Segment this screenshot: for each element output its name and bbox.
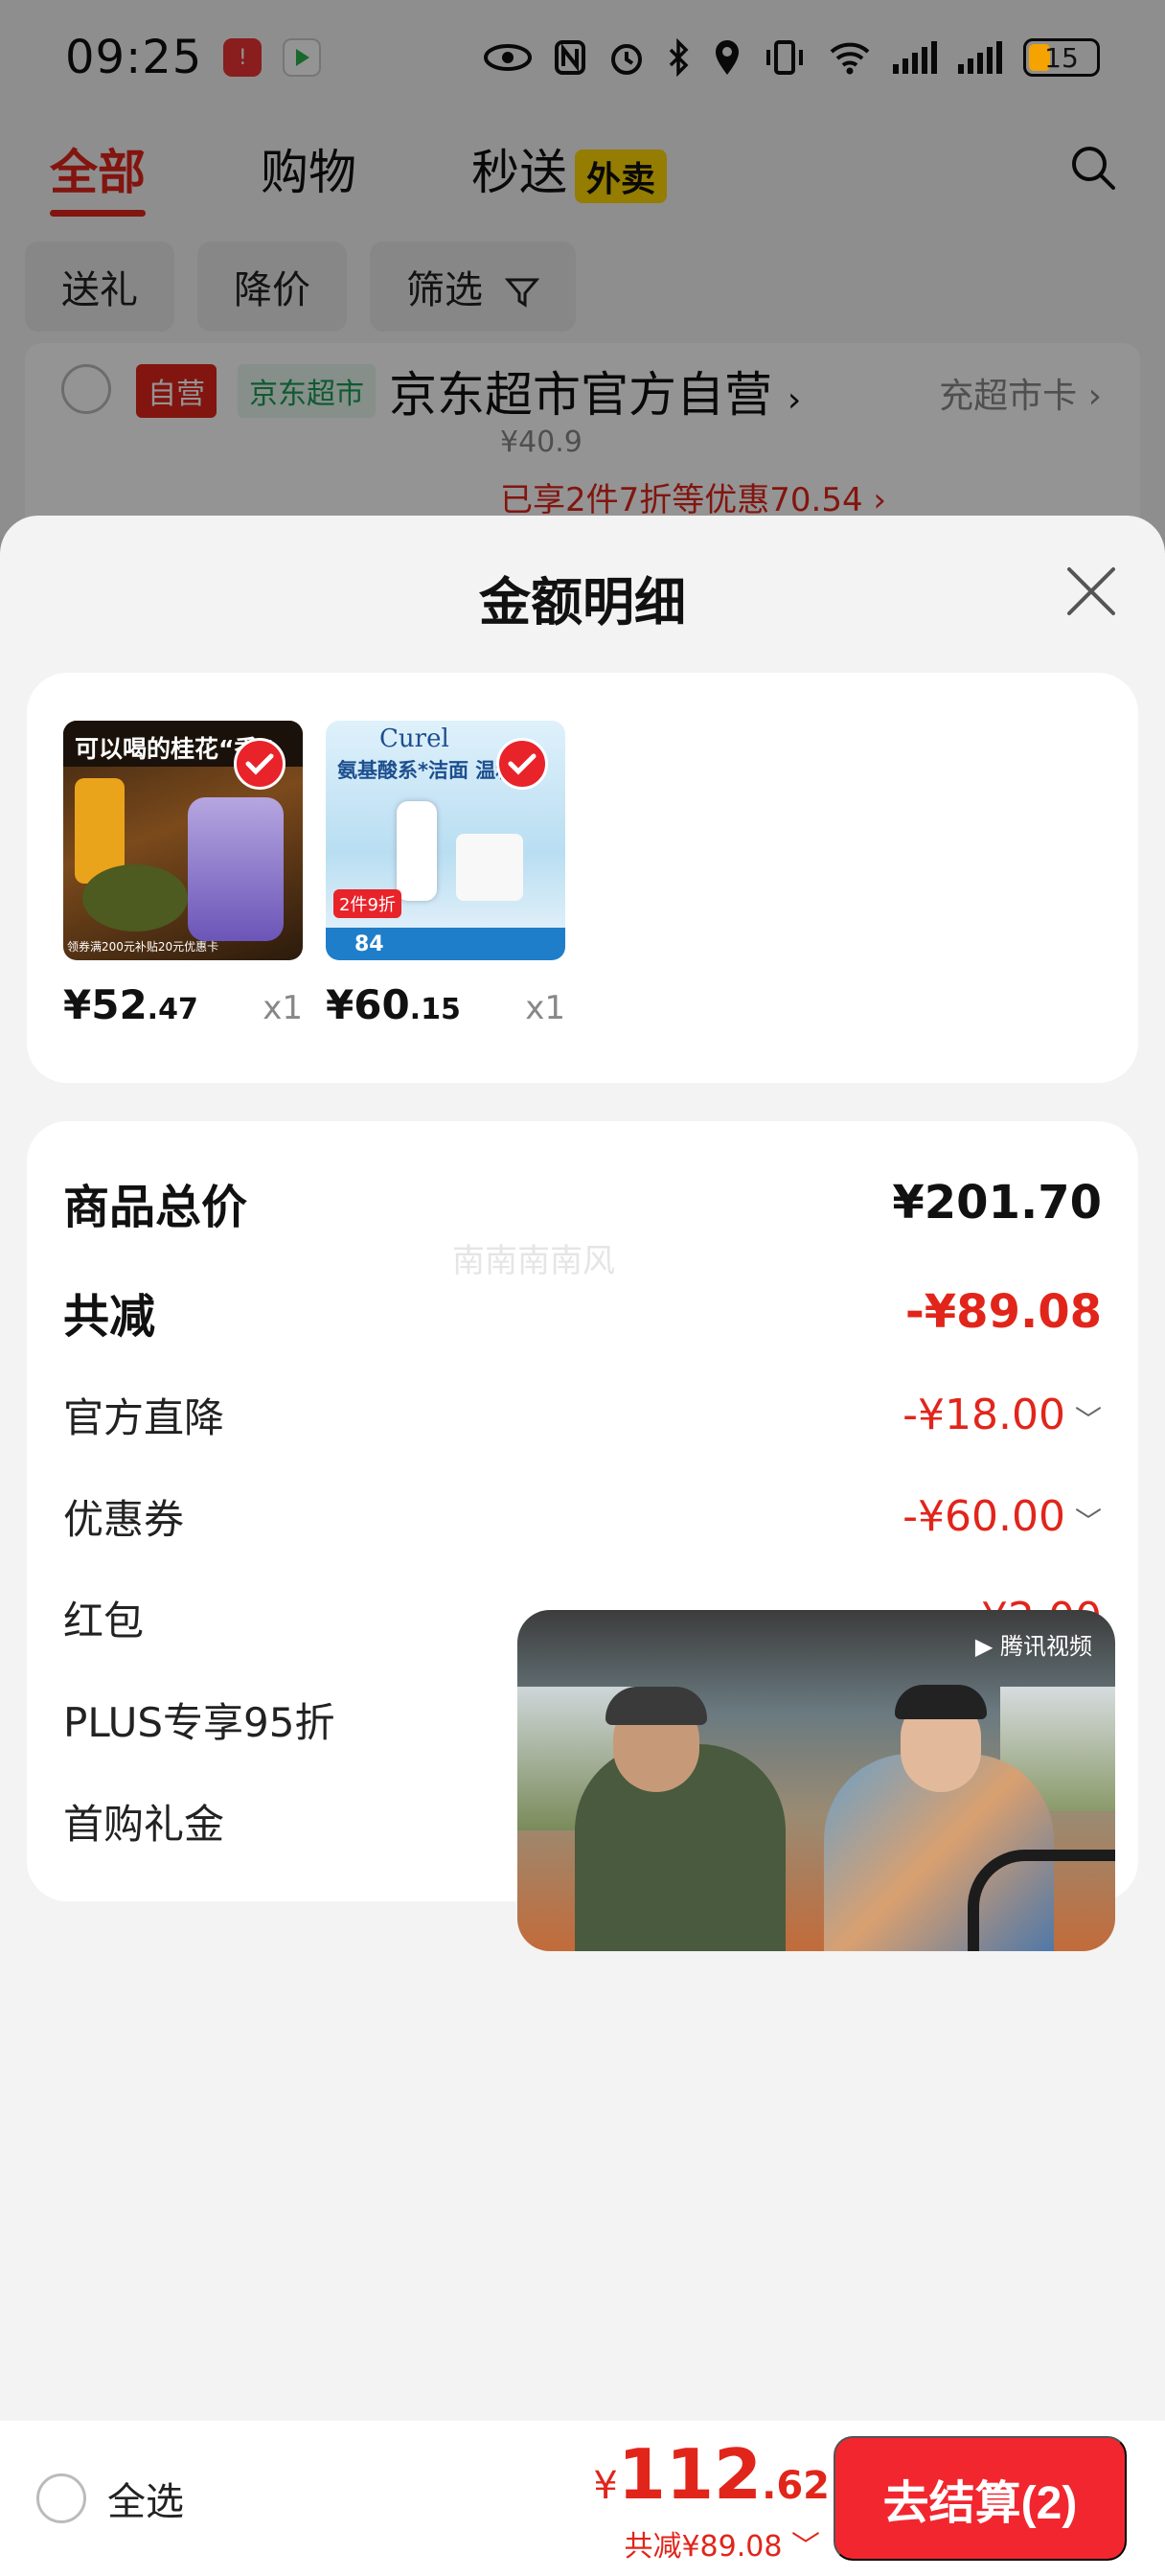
cleanser-brand: Curel xyxy=(379,724,449,753)
first-purchase-label: 首购礼金 xyxy=(63,1801,225,1848)
total-amount: ¥112.62 xyxy=(593,2434,830,2515)
video-brand-logo: ▶ 腾讯视频 xyxy=(975,1627,1092,1661)
select-all-radio[interactable] xyxy=(36,2473,86,2523)
chevron-down-icon: ﹀ xyxy=(791,2530,820,2564)
amount-detail-sheet: 金额明细 可以喝的桂花“香” 领券满200元补贴20元优惠卡 ¥52.47 x1… xyxy=(0,516,1165,2576)
bottom-action-bar: 全选 ¥112.62 共减¥89.08 ﹀ 去结算(2) xyxy=(0,2421,1165,2576)
total-amount-int: 112 xyxy=(617,2434,763,2515)
modal-overlay[interactable] xyxy=(0,0,1165,537)
cleanser-image-price: 84 xyxy=(354,932,384,956)
video-brand-label: 腾讯视频 xyxy=(1000,1633,1092,1660)
total-price-row: 商品总价 ¥201.70 xyxy=(63,1169,1102,1236)
official-discount-row[interactable]: 官方直降 -¥18.00 ﹀ xyxy=(63,1386,1102,1444)
total-reduction-label: 共减 xyxy=(63,1290,156,1344)
total-reduction-row: 共减 -¥89.08 xyxy=(63,1278,1102,1346)
product-price-int: ¥52 xyxy=(63,981,148,1028)
cleanser-badge: 2件9折 xyxy=(333,889,401,918)
selected-check-icon[interactable] xyxy=(496,738,548,790)
floating-video-player[interactable]: ▶ 腾讯视频 xyxy=(517,1610,1115,1951)
currency-symbol: ¥ xyxy=(593,2464,618,2508)
sheet-title: 金额明细 xyxy=(479,572,686,632)
total-reduction-summary[interactable]: 共减¥89.08 ﹀ xyxy=(624,2522,820,2564)
product-qty: x1 xyxy=(525,989,565,1027)
product-price: ¥52.47 xyxy=(63,981,198,1028)
plus-discount-label: PLUS专享95折 xyxy=(63,1699,335,1746)
product-item[interactable]: Curel 氨基酸系*洁面 温和洗 2件9折 84 ¥60.15 x1 xyxy=(326,721,565,1028)
product-image-cleanser[interactable]: Curel 氨基酸系*洁面 温和洗 2件9折 84 xyxy=(326,721,565,960)
product-item[interactable]: 可以喝的桂花“香” 领券满200元补贴20元优惠卡 ¥52.47 x1 xyxy=(63,721,303,1028)
chevron-down-icon[interactable]: ﹀ xyxy=(1075,1506,1102,1537)
products-card: 可以喝的桂花“香” 领券满200元补贴20元优惠卡 ¥52.47 x1 Cure… xyxy=(27,673,1138,1083)
total-price-label: 商品总价 xyxy=(63,1181,248,1234)
product-image-tea[interactable]: 可以喝的桂花“香” 领券满200元补贴20元优惠卡 xyxy=(63,721,303,960)
chevron-down-icon[interactable]: ﹀ xyxy=(1075,1404,1102,1436)
official-discount-value: -¥18.00 xyxy=(902,1391,1065,1439)
coupon-value: -¥60.00 xyxy=(902,1492,1065,1541)
product-price-dec: .15 xyxy=(409,993,461,1026)
official-discount-label: 官方直降 xyxy=(63,1394,225,1441)
close-icon[interactable] xyxy=(1063,564,1119,619)
total-reduction-summary-label: 共减¥89.08 xyxy=(624,2530,783,2564)
tea-image-caption: 领券满200元补贴20元优惠卡 xyxy=(67,940,219,954)
total-amount-dec: .62 xyxy=(762,2464,830,2508)
total-reduction-value: -¥89.08 xyxy=(904,1285,1102,1339)
coupon-row[interactable]: 优惠券 -¥60.00 ﹀ xyxy=(63,1487,1102,1546)
red-packet-label: 红包 xyxy=(63,1598,145,1644)
checkout-button[interactable]: 去结算(2) xyxy=(834,2436,1127,2561)
watermark: 南南南南风 xyxy=(452,1242,615,1280)
selected-check-icon[interactable] xyxy=(234,738,286,790)
product-price: ¥60.15 xyxy=(326,981,461,1028)
product-price-dec: .47 xyxy=(147,993,198,1026)
battery-level: 15 xyxy=(1044,41,1079,74)
total-price-value: ¥201.70 xyxy=(892,1176,1102,1230)
select-all-label[interactable]: 全选 xyxy=(107,2471,184,2526)
coupon-label: 优惠券 xyxy=(63,1496,185,1543)
play-icon: ▶ xyxy=(974,1633,994,1660)
product-qty: x1 xyxy=(263,989,303,1027)
product-price-int: ¥60 xyxy=(326,981,410,1028)
